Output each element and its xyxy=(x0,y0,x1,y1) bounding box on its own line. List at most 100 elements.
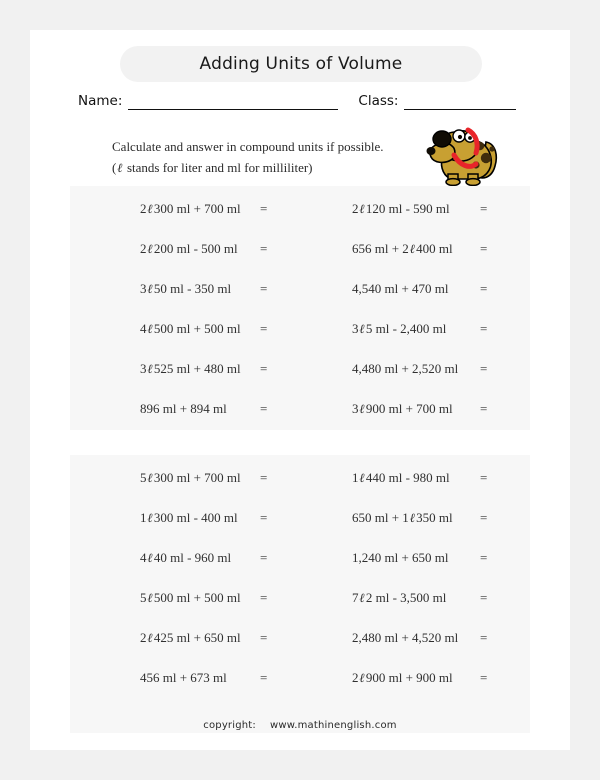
problem-expression: 2ℓ 425 ml + 650 ml xyxy=(140,618,241,658)
problem-row: 2ℓ 300 ml + 700 ml = 2 ℓ 120 ml - 590 ml = xyxy=(70,189,530,229)
problem-row: 3ℓ 525 ml + 480 ml = 4,480 ml + 2,520 ml = xyxy=(70,349,530,389)
answer-slot[interactable]: = xyxy=(260,498,267,538)
equals-sign: = xyxy=(480,241,488,256)
problem-row: 3ℓ 50 ml - 350 ml = 4,540 ml + 470 ml = xyxy=(70,269,530,309)
name-input-line[interactable] xyxy=(128,96,339,110)
expression-part-1: 2,480 ml + 4,520 ml xyxy=(352,630,459,645)
problem-expression: 5ℓ 500 ml + 500 ml xyxy=(140,578,241,618)
equals-sign: = xyxy=(480,281,488,296)
problem-expression: 3ℓ 5 ml - 2,400 ml xyxy=(352,309,446,349)
equals-sign: = xyxy=(260,510,268,525)
problem-expression: 3ℓ 900 ml + 700 ml xyxy=(352,389,453,429)
answer-slot[interactable]: = xyxy=(480,389,487,429)
answer-slot[interactable]: = xyxy=(480,349,487,389)
answer-slot[interactable]: = xyxy=(480,458,487,498)
liter-symbol: ℓ xyxy=(147,281,153,296)
liter-symbol: ℓ xyxy=(147,201,153,216)
liter-symbol: ℓ xyxy=(147,630,153,645)
problem-row: 4ℓ 40 ml - 960 ml = 1,240 ml + 650 ml = xyxy=(70,538,530,578)
answer-slot[interactable]: = xyxy=(480,269,487,309)
answer-slot[interactable]: = xyxy=(480,578,487,618)
answer-slot[interactable]: = xyxy=(480,618,487,658)
problem-expression: 2ℓ 120 ml - 590 ml xyxy=(352,189,450,229)
name-label: Name: xyxy=(78,93,123,109)
answer-slot[interactable]: = xyxy=(260,578,267,618)
expression-part-2: 300 ml - 400 ml xyxy=(153,510,238,525)
equals-sign: = xyxy=(480,590,488,605)
equals-sign: = xyxy=(260,361,268,376)
class-input-line[interactable] xyxy=(404,96,517,110)
problem-expression: 1ℓ 300 ml - 400 ml xyxy=(140,498,238,538)
equals-sign: = xyxy=(480,321,488,336)
expression-part-2: 525 ml + 480 ml xyxy=(153,361,241,376)
problem-expression: 3ℓ 50 ml - 350 ml xyxy=(140,269,231,309)
liter-symbol: ℓ xyxy=(359,201,365,216)
worksheet-page: Adding Units of Volume Name: Class: Calc… xyxy=(0,0,600,780)
expression-part-1: 896 ml + 894 ml xyxy=(140,401,227,416)
expression-part-2: 440 ml - 980 ml xyxy=(365,470,450,485)
page-title: Adding Units of Volume xyxy=(199,54,403,74)
liter-symbol: ℓ xyxy=(359,470,365,485)
problem-row: 1ℓ 300 ml - 400 ml = 650 ml + 1ℓ 350 ml = xyxy=(70,498,530,538)
problem-expression: 4,480 ml + 2,520 ml xyxy=(352,349,458,389)
equals-sign: = xyxy=(260,670,268,685)
problem-expression: 1,240 ml + 650 ml xyxy=(352,538,449,578)
instructions: Calculate and answer in compound units i… xyxy=(112,136,442,178)
answer-slot[interactable]: = xyxy=(260,658,267,698)
answer-slot[interactable]: = xyxy=(480,658,487,698)
liter-symbol: ℓ xyxy=(147,470,153,485)
liter-symbol: ℓ xyxy=(409,510,416,525)
answer-slot[interactable]: = xyxy=(260,538,267,578)
instruction-line-2: (ℓ stands for liter and ml for millilite… xyxy=(112,157,442,178)
problem-expression: 656 ml + 2ℓ 400 ml xyxy=(352,229,453,269)
liter-symbol: ℓ xyxy=(147,590,153,605)
liter-symbol: ℓ xyxy=(147,321,153,336)
answer-slot[interactable]: = xyxy=(480,538,487,578)
expression-part-2: 500 ml + 500 ml xyxy=(153,590,241,605)
equals-sign: = xyxy=(480,401,488,416)
answer-slot[interactable]: = xyxy=(260,189,267,229)
answer-slot[interactable]: = xyxy=(260,618,267,658)
worksheet-sheet: Adding Units of Volume Name: Class: Calc… xyxy=(30,30,570,750)
expression-part-1: 4,480 ml + 2,520 ml xyxy=(352,361,459,376)
problem-row: 456 ml + 673 ml = 2 ℓ 900 ml + 900 ml = xyxy=(70,658,530,698)
problem-expression: 896 ml + 894 ml xyxy=(140,389,227,429)
dog-icon xyxy=(424,122,502,186)
answer-slot[interactable]: = xyxy=(260,309,267,349)
answer-slot[interactable]: = xyxy=(260,229,267,269)
answer-slot[interactable]: = xyxy=(480,498,487,538)
expression-part-1: 650 ml + 1 xyxy=(352,510,409,525)
answer-slot[interactable]: = xyxy=(480,309,487,349)
problem-expression: 4,540 ml + 470 ml xyxy=(352,269,449,309)
expression-part-2: 900 ml + 900 ml xyxy=(365,670,453,685)
expression-part-1: 456 ml + 673 ml xyxy=(140,670,227,685)
equals-sign: = xyxy=(480,201,488,216)
answer-slot[interactable]: = xyxy=(260,389,267,429)
equals-sign: = xyxy=(260,241,268,256)
instruction-line-2-text: stands for liter and ml for milliliter) xyxy=(123,160,313,175)
class-label: Class: xyxy=(358,93,399,109)
liter-symbol: ℓ xyxy=(147,241,153,256)
answer-slot[interactable]: = xyxy=(260,349,267,389)
answer-slot[interactable]: = xyxy=(260,269,267,309)
expression-part-1: 1,240 ml + 650 ml xyxy=(352,550,449,565)
problem-row: 4ℓ 500 ml + 500 ml = 3 ℓ 5 ml - 2,400 ml = xyxy=(70,309,530,349)
equals-sign: = xyxy=(260,590,268,605)
equals-sign: = xyxy=(480,670,488,685)
equals-sign: = xyxy=(480,630,488,645)
equals-sign: = xyxy=(480,470,488,485)
answer-slot[interactable]: = xyxy=(260,458,267,498)
answer-slot[interactable]: = xyxy=(480,189,487,229)
problem-row: 5ℓ 300 ml + 700 ml = 1 ℓ 440 ml - 980 ml = xyxy=(70,458,530,498)
equals-sign: = xyxy=(260,321,268,336)
expression-part-1: 4,540 ml + 470 ml xyxy=(352,281,449,296)
liter-symbol: ℓ xyxy=(147,361,153,376)
liter-symbol: ℓ xyxy=(147,550,153,565)
answer-slot[interactable]: = xyxy=(480,229,487,269)
problem-expression: 4ℓ 500 ml + 500 ml xyxy=(140,309,241,349)
expression-part-2: 350 ml xyxy=(416,510,453,525)
equals-sign: = xyxy=(260,630,268,645)
expression-part-2: 500 ml + 500 ml xyxy=(153,321,241,336)
expression-part-2: 300 ml + 700 ml xyxy=(153,470,241,485)
expression-part-2: 200 ml - 500 ml xyxy=(153,241,238,256)
